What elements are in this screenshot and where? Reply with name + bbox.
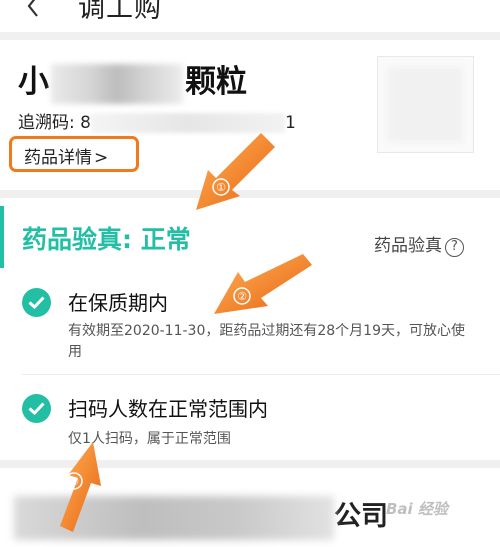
section-divider [0,32,500,40]
accent-bar [0,206,4,268]
check-title: 在保质期内 [68,291,168,315]
page-title: 调工购 [78,0,162,24]
trace-code: 追溯码: 8 1 [18,108,296,133]
company-name: 公司 [14,494,388,540]
verification-status: 药品验真: 正常 [22,225,191,254]
item-divider [22,374,500,375]
trace-code-end: 1 [284,113,296,133]
product-image-blur [388,67,463,142]
help-icon: ? [445,238,464,257]
baidu-watermark: Bai 经验 [386,500,448,518]
top-bar: 调工购 [0,0,500,32]
check-circle-icon [22,394,51,423]
verification-help-link[interactable]: 药品验真? [374,231,464,257]
redacted-company-blur [14,495,334,540]
check-description: 仅1人扫码，属于正常范围 [68,431,231,447]
drug-details-link[interactable]: 药品详情 > [9,136,139,172]
product-image[interactable] [377,56,474,153]
drug-details-label: 药品详情 [24,148,92,168]
product-card: 小 颗粒 追溯码: 8 1 药品详情 > [0,40,500,190]
check-circle-icon [22,288,51,317]
company-name-end: 公司 [334,501,388,532]
check-description: 有效期至2020-11-30，距药品过期还有28个月19天，可放心使用 [68,323,465,360]
trace-code-label: 追溯码: 8 [18,113,91,133]
redacted-name-blur [51,63,183,104]
chevron-right-icon: > [94,148,109,168]
back-arrow-icon[interactable] [22,0,44,18]
product-name-start: 小 [18,64,49,100]
product-name: 小 颗粒 [18,56,247,104]
check-title: 扫码人数在正常范围内 [68,397,268,421]
redacted-trace-blur [90,113,285,133]
product-name-end: 颗粒 [185,64,247,100]
verification-help-label: 药品验真 [374,236,442,256]
